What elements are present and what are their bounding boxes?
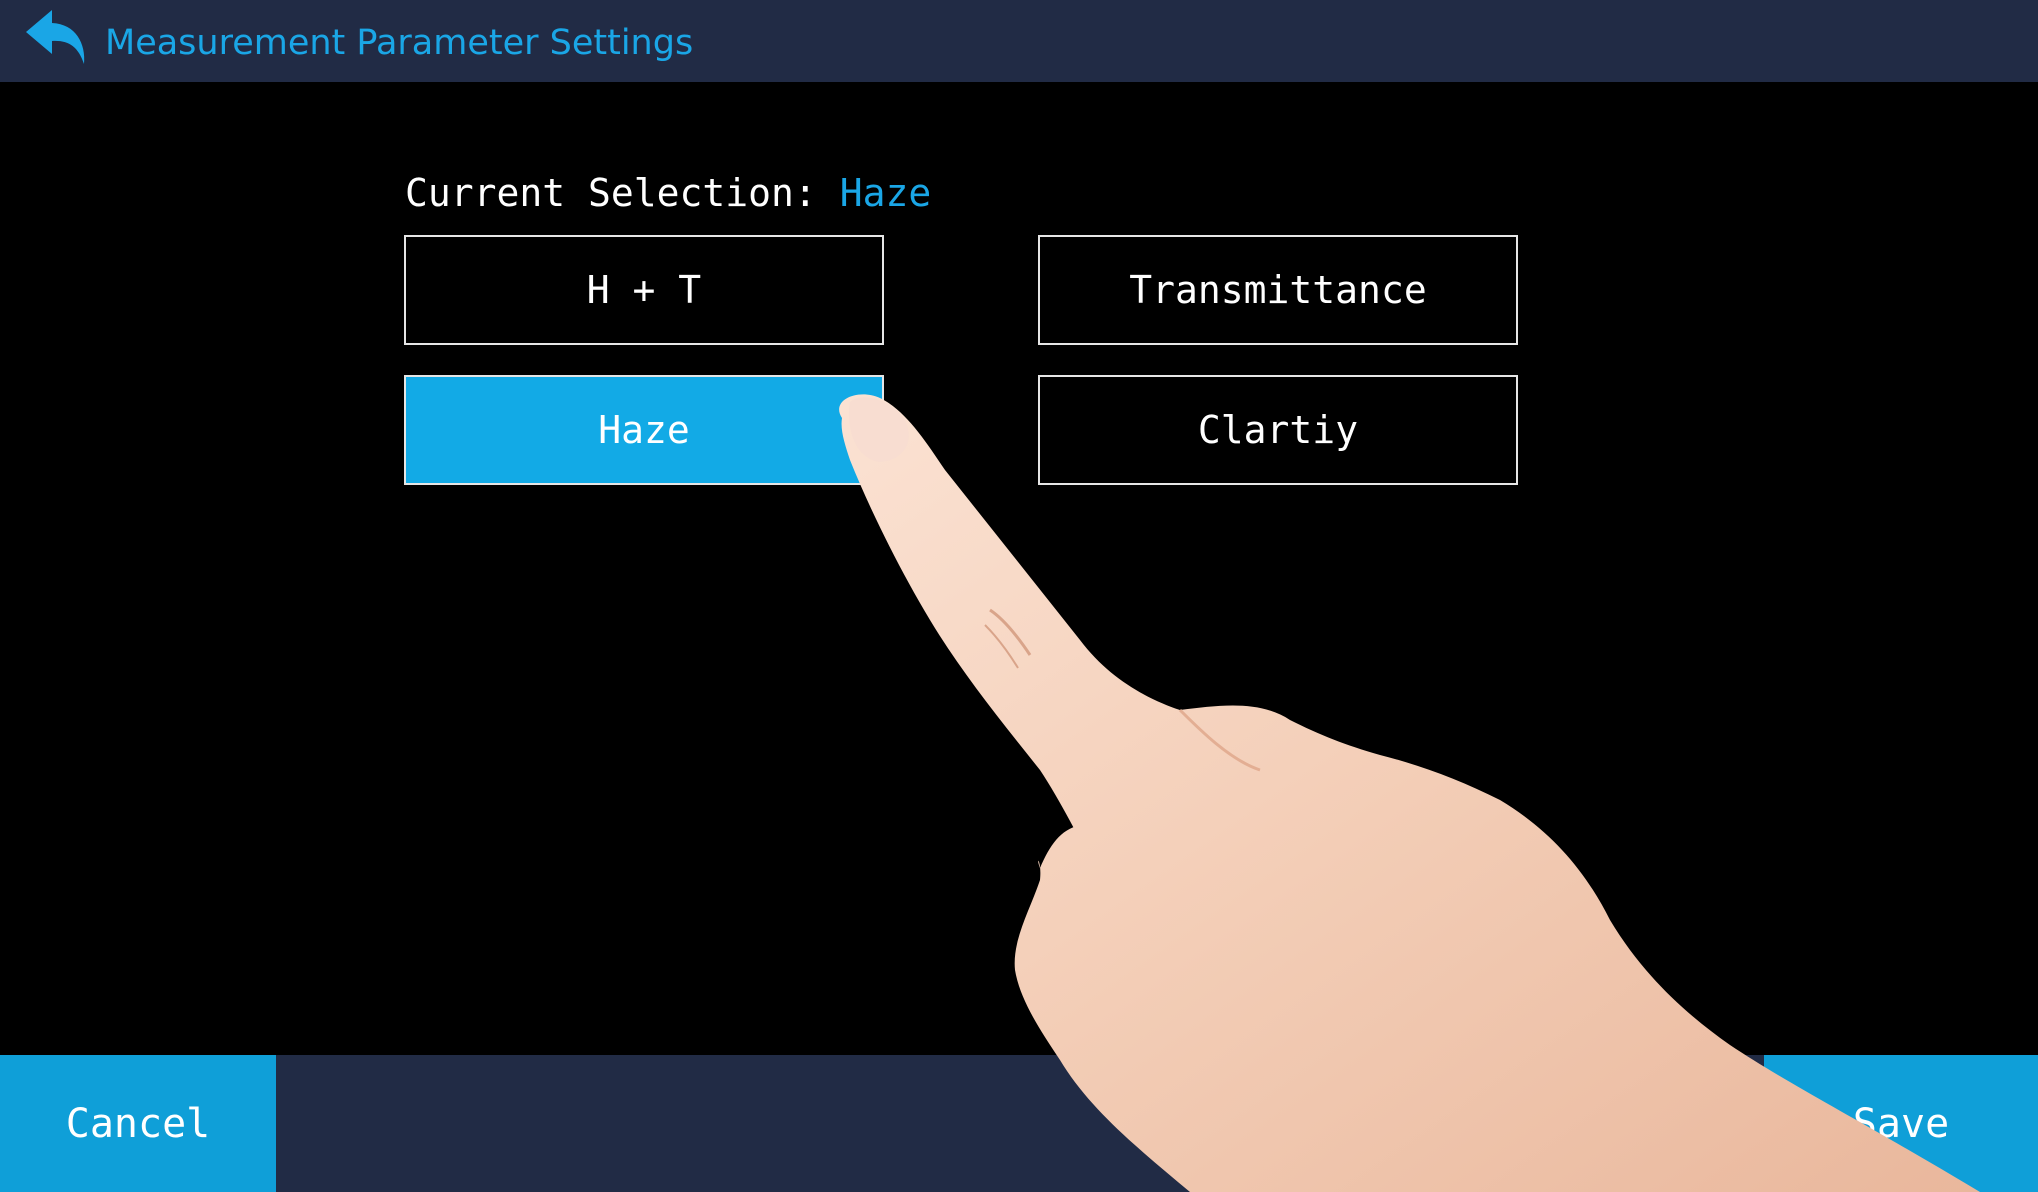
option-ht-label: H + T bbox=[586, 268, 702, 312]
option-clarity-button[interactable]: Clartiy bbox=[1038, 375, 1518, 485]
screen: Measurement Parameter Settings Current S… bbox=[0, 0, 2038, 1192]
current-selection-label: Current Selection: bbox=[405, 171, 840, 215]
bottom-bar bbox=[0, 1055, 2038, 1192]
option-transmittance-button[interactable]: Transmittance bbox=[1038, 235, 1518, 345]
top-bar: Measurement Parameter Settings bbox=[0, 0, 2038, 82]
option-ht-button[interactable]: H + T bbox=[404, 235, 884, 345]
cancel-button-label: Cancel bbox=[65, 1100, 211, 1147]
current-selection: Current Selection: Haze bbox=[405, 165, 931, 221]
option-clarity-label: Clartiy bbox=[1197, 408, 1359, 452]
option-haze-button[interactable]: Haze bbox=[404, 375, 884, 485]
save-button[interactable]: Save bbox=[1764, 1055, 2038, 1192]
back-arrow-icon[interactable] bbox=[22, 6, 90, 68]
page-title: Measurement Parameter Settings bbox=[105, 23, 694, 63]
option-transmittance-label: Transmittance bbox=[1129, 268, 1427, 312]
pointing-hand-image bbox=[839, 394, 1980, 1192]
current-selection-value: Haze bbox=[839, 171, 932, 215]
save-button-label: Save bbox=[1852, 1100, 1950, 1147]
cancel-button[interactable]: Cancel bbox=[0, 1055, 276, 1192]
option-haze-label: Haze bbox=[598, 408, 690, 452]
